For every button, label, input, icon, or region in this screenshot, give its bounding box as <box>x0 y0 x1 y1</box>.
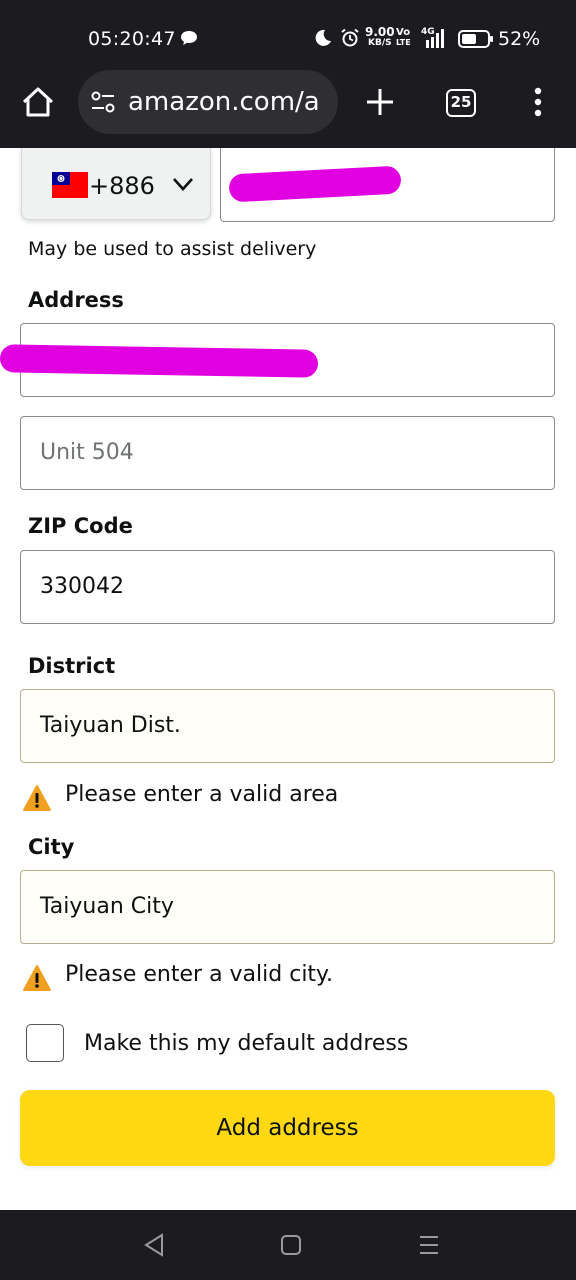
zip-code-input[interactable]: 330042 <box>20 550 555 624</box>
address-form: +886 May be used to assist delivery Addr… <box>0 148 576 1210</box>
phone-hint-text: May be used to assist delivery <box>28 238 317 260</box>
zip-code-label: ZIP Code <box>28 514 133 538</box>
warning-icon <box>23 965 51 991</box>
address-label: Address <box>28 288 124 312</box>
redacted-phone-number <box>228 165 402 203</box>
redacted-address-line1 <box>0 344 319 378</box>
svg-text:4G: 4G <box>421 27 435 37</box>
do-not-disturb-moon-icon <box>315 29 331 46</box>
district-label: District <box>28 654 116 678</box>
city-error-text: Please enter a valid city. <box>65 962 333 987</box>
home-square-icon[interactable] <box>280 1234 302 1256</box>
district-input[interactable]: Taiyuan Dist. <box>20 689 555 763</box>
cellular-signal-icon: 4G <box>421 27 444 48</box>
address-line2-input[interactable]: Unit 504 <box>20 416 555 490</box>
site-settings-tune-icon[interactable] <box>90 90 116 114</box>
more-options-icon[interactable] <box>528 86 548 118</box>
zip-code-value: 330042 <box>40 574 124 599</box>
back-triangle-icon[interactable] <box>142 1232 166 1258</box>
default-address-label[interactable]: Make this my default address <box>84 1031 408 1056</box>
address-line2-placeholder: Unit 504 <box>40 440 134 465</box>
recent-apps-icon[interactable] <box>418 1234 440 1256</box>
phone-number-input[interactable] <box>220 148 555 222</box>
taiwan-flag-icon <box>52 172 88 198</box>
url-text[interactable]: amazon.com/a <box>128 87 333 117</box>
add-address-button[interactable]: Add address <box>20 1090 555 1166</box>
volte-indicator: Vo LTE <box>396 27 411 48</box>
new-tab-plus-icon[interactable] <box>364 86 396 118</box>
city-value: Taiyuan City <box>40 894 174 919</box>
alarm-clock-icon <box>341 28 359 47</box>
district-error-text: Please enter a valid area <box>65 782 339 807</box>
home-icon[interactable] <box>20 84 56 120</box>
status-bar: 05:20:47 9.00 KB/S Vo LTE 4G 52% <box>0 0 576 70</box>
chat-bubble-icon <box>181 31 197 45</box>
phone-country-selector[interactable]: +886 <box>21 148 211 220</box>
status-time: 05:20:47 <box>88 28 176 50</box>
district-value: Taiyuan Dist. <box>40 713 181 738</box>
battery-percentage: 52% <box>498 28 541 50</box>
tab-switcher-button[interactable]: 25 <box>446 89 476 117</box>
network-speed: 9.00 KB/S <box>365 25 395 48</box>
browser-toolbar: amazon.com/a 25 <box>0 70 576 148</box>
default-address-checkbox[interactable] <box>26 1024 64 1062</box>
city-label: City <box>28 835 75 859</box>
warning-icon <box>23 785 51 811</box>
system-navigation-bar <box>0 1210 576 1280</box>
battery-icon <box>458 30 493 48</box>
address-bar[interactable]: amazon.com/a <box>78 70 338 134</box>
phone-country-code: +886 <box>89 172 155 200</box>
city-input[interactable]: Taiyuan City <box>20 870 555 944</box>
chevron-down-icon <box>173 178 193 191</box>
